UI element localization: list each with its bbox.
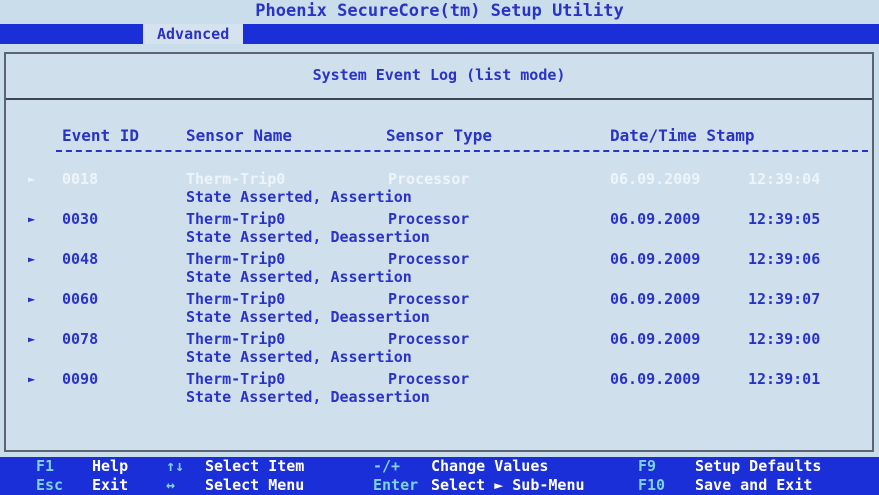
key-esc: Esc xyxy=(36,476,64,494)
event-log-panel: System Event Log (list mode) Event ID Se… xyxy=(4,52,874,452)
key-f1: F1 xyxy=(36,457,55,475)
sensor-type: Processor xyxy=(388,210,470,228)
sensor-type: Processor xyxy=(388,290,470,308)
event-time: 12:39:05 xyxy=(748,210,821,228)
event-time: 12:39:00 xyxy=(748,330,821,348)
sensor-name: Therm-Trip0 xyxy=(186,170,286,188)
select-submenu-label: Select ► Sub-Menu xyxy=(431,476,585,494)
help-label: Help xyxy=(92,457,129,475)
select-item-label: Select Item xyxy=(205,457,305,475)
sensor-type: Processor xyxy=(388,250,470,268)
event-date: 06.09.2009 xyxy=(610,370,701,388)
event-row[interactable]: ► 0090 Therm-Trip0 Processor 06.09.2009 … xyxy=(6,370,872,410)
key-f9: F9 xyxy=(638,457,657,475)
sensor-type: Processor xyxy=(388,330,470,348)
sensor-type: Processor xyxy=(388,170,470,188)
event-date: 06.09.2009 xyxy=(610,170,701,188)
event-row[interactable]: ► 0078 Therm-Trip0 Processor 06.09.2009 … xyxy=(6,330,872,370)
sensor-name: Therm-Trip0 xyxy=(186,250,286,268)
setup-defaults-label: Setup Defaults xyxy=(695,457,822,475)
col-header-sensor-name: Sensor Name xyxy=(186,126,292,145)
select-arrow-icon: ► xyxy=(28,372,36,386)
col-header-event-id: Event ID xyxy=(62,126,140,145)
col-header-sensor-type: Sensor Type xyxy=(386,126,492,145)
help-footer: F1 Help ↑↓ Select Item -/+ Change Values… xyxy=(0,457,879,495)
key-f10: F10 xyxy=(638,476,666,494)
exit-label: Exit xyxy=(92,476,129,494)
select-arrow-icon: ► xyxy=(28,252,36,266)
col-header-datetime: Date/Time Stamp xyxy=(610,126,755,145)
event-date: 06.09.2009 xyxy=(610,250,701,268)
event-row[interactable]: ► 0060 Therm-Trip0 Processor 06.09.2009 … xyxy=(6,290,872,330)
window-title: Phoenix SecureCore(tm) Setup Utility xyxy=(0,0,879,22)
event-time: 12:39:01 xyxy=(748,370,821,388)
event-row[interactable]: ► 0030 Therm-Trip0 Processor 06.09.2009 … xyxy=(6,210,872,250)
key-up-down: ↑↓ xyxy=(166,457,185,475)
tab-advanced[interactable]: Advanced xyxy=(143,24,244,44)
select-arrow-icon: ► xyxy=(28,212,36,226)
change-values-label: Change Values xyxy=(431,457,549,475)
key-enter: Enter xyxy=(373,476,419,494)
event-detail: State Asserted, Assertion xyxy=(186,348,412,366)
header-divider xyxy=(56,150,868,152)
event-id: 0048 xyxy=(62,250,99,268)
sensor-type: Processor xyxy=(388,370,470,388)
event-row[interactable]: ► 0048 Therm-Trip0 Processor 06.09.2009 … xyxy=(6,250,872,290)
event-id: 0018 xyxy=(62,170,99,188)
event-time: 12:39:04 xyxy=(748,170,821,188)
event-detail: State Asserted, Deassertion xyxy=(186,228,430,246)
event-id: 0030 xyxy=(62,210,99,228)
event-detail: State Asserted, Assertion xyxy=(186,268,412,286)
key-left-right: ↔ xyxy=(166,476,176,494)
event-time: 12:39:06 xyxy=(748,250,821,268)
key-minus-plus: -/+ xyxy=(373,457,401,475)
event-date: 06.09.2009 xyxy=(610,330,701,348)
select-arrow-icon: ► xyxy=(28,292,36,306)
select-arrow-icon: ► xyxy=(28,172,36,186)
event-detail: State Asserted, Assertion xyxy=(186,188,412,206)
sensor-name: Therm-Trip0 xyxy=(186,370,286,388)
panel-separator xyxy=(6,98,872,100)
sensor-name: Therm-Trip0 xyxy=(186,210,286,228)
panel-title: System Event Log (list mode) xyxy=(312,66,566,84)
menu-bar: Advanced xyxy=(0,24,879,44)
sensor-name: Therm-Trip0 xyxy=(186,290,286,308)
event-id: 0090 xyxy=(62,370,99,388)
event-time: 12:39:07 xyxy=(748,290,821,308)
event-date: 06.09.2009 xyxy=(610,210,701,228)
sensor-name: Therm-Trip0 xyxy=(186,330,286,348)
event-date: 06.09.2009 xyxy=(610,290,701,308)
select-menu-label: Select Menu xyxy=(205,476,305,494)
event-row[interactable]: ► 0018 Therm-Trip0 Processor 06.09.2009 … xyxy=(6,170,872,210)
select-arrow-icon: ► xyxy=(28,332,36,346)
event-detail: State Asserted, Deassertion xyxy=(186,388,430,406)
event-id: 0078 xyxy=(62,330,99,348)
event-detail: State Asserted, Deassertion xyxy=(186,308,430,326)
event-id: 0060 xyxy=(62,290,99,308)
save-exit-label: Save and Exit xyxy=(695,476,813,494)
